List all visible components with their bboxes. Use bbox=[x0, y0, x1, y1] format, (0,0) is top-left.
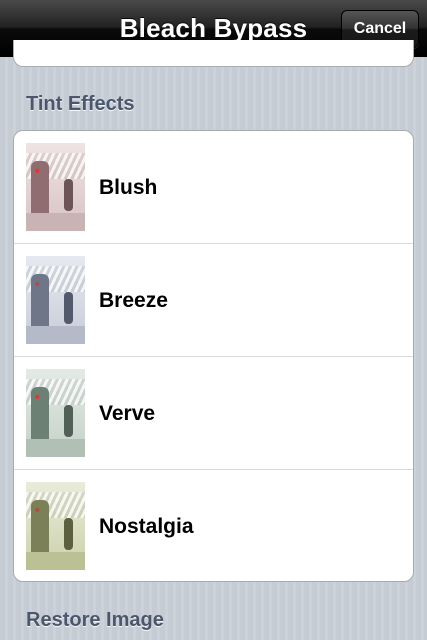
effect-label: Nostalgia bbox=[99, 515, 194, 538]
list-item-blush[interactable]: * Blush bbox=[14, 131, 413, 244]
breeze-thumbnail: * bbox=[26, 256, 85, 344]
previous-group-bottom bbox=[13, 40, 414, 67]
section-header-tint-effects: Tint Effects bbox=[26, 93, 135, 115]
blush-thumbnail: * bbox=[26, 143, 85, 231]
section-header-restore-image: Restore Image bbox=[26, 609, 164, 631]
nostalgia-thumbnail: * bbox=[26, 482, 85, 570]
tint-effects-list: * Blush * Breeze * Verve * Nostalgia bbox=[13, 130, 414, 582]
effect-label: Verve bbox=[99, 402, 156, 425]
verve-thumbnail: * bbox=[26, 369, 85, 457]
effect-label: Blush bbox=[99, 176, 158, 199]
effect-label: Breeze bbox=[99, 289, 168, 312]
list-item-nostalgia[interactable]: * Nostalgia bbox=[14, 470, 413, 581]
list-item-breeze[interactable]: * Breeze bbox=[14, 244, 413, 357]
list-item-verve[interactable]: * Verve bbox=[14, 357, 413, 470]
